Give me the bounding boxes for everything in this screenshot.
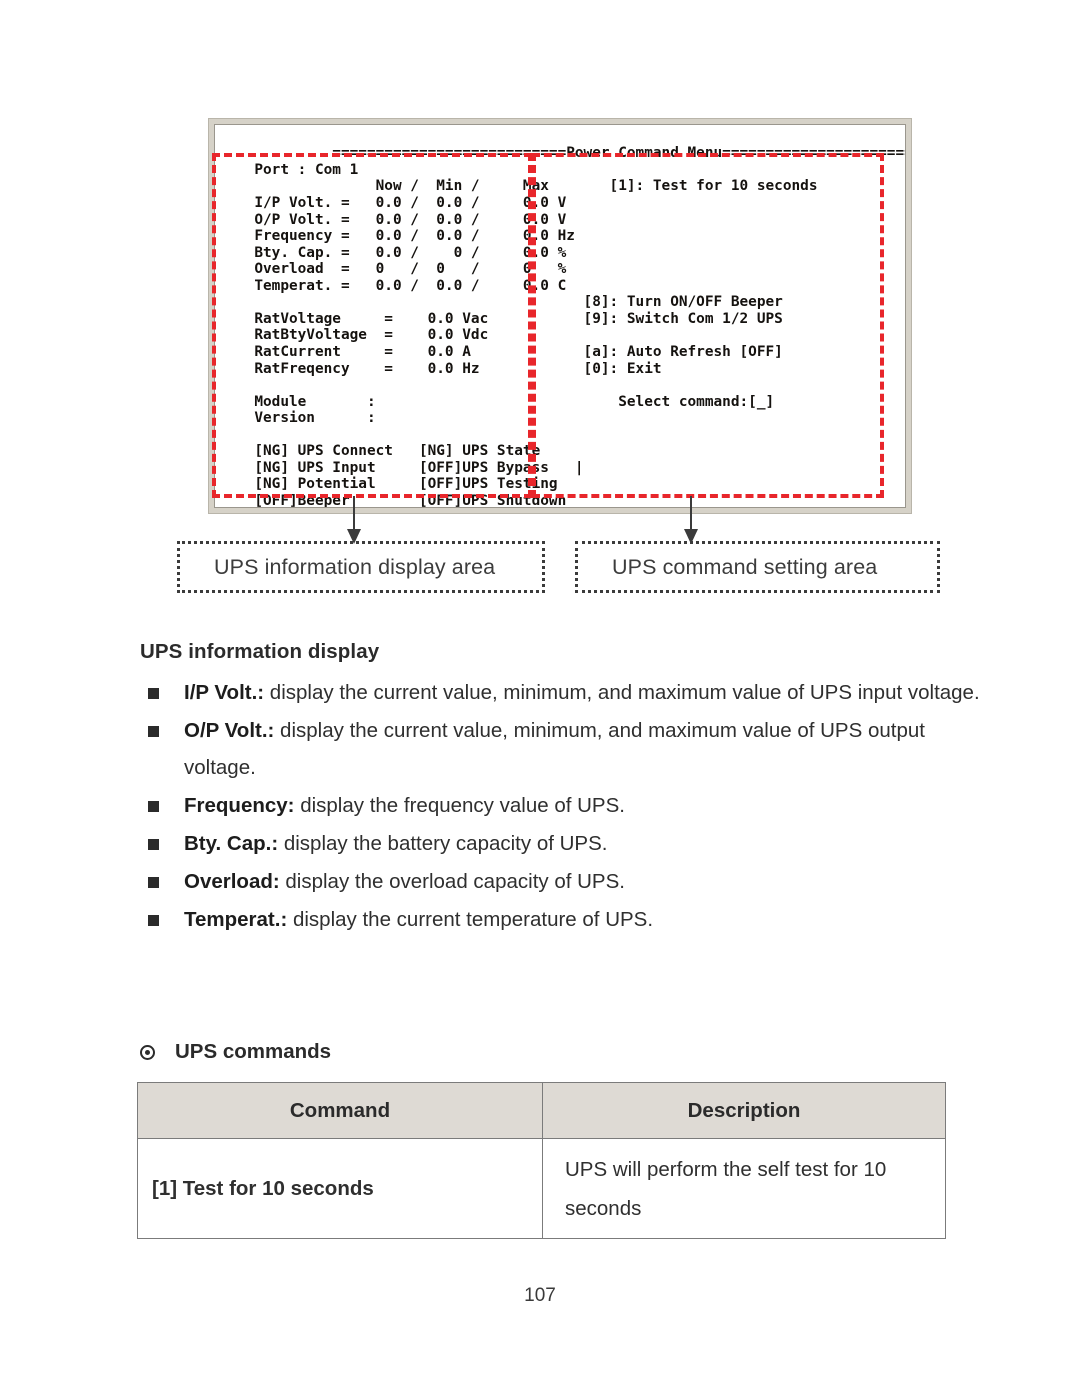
list-item: Frequency: display the frequency value o… — [140, 787, 980, 824]
terminal-console-text: ===========================Power Command… — [254, 145, 905, 508]
bullet-term: Temperat.: — [184, 908, 288, 931]
page-number: 107 — [524, 1285, 556, 1306]
square-bullet-icon — [148, 877, 159, 888]
section-heading-ups-commands: UPS commands — [175, 1040, 332, 1063]
bullet-term: Overload: — [184, 870, 280, 893]
terminal-window: ===========================Power Command… — [208, 118, 912, 514]
caption-command-setting-area-label: UPS command setting area — [612, 554, 878, 579]
cell-command: [1] Test for 10 seconds — [137, 1138, 543, 1239]
bullet-term: O/P Volt.: — [184, 719, 275, 742]
square-bullet-icon — [148, 801, 159, 812]
column-header-description: Description — [542, 1082, 946, 1139]
arrow-to-information-caption — [347, 496, 361, 544]
cell-description: UPS will perform the self test for 10 se… — [542, 1138, 946, 1239]
list-item: I/P Volt.: display the current value, mi… — [140, 674, 980, 711]
list-item: Bty. Cap.: display the battery capacity … — [140, 825, 980, 862]
square-bullet-icon — [148, 726, 159, 737]
bullet-text: display the overload capacity of UPS. — [279, 870, 625, 893]
ups-information-bullet-list: I/P Volt.: display the current value, mi… — [140, 674, 980, 938]
section-heading-ups-information-display: UPS information display — [140, 640, 380, 663]
column-header-command: Command — [137, 1082, 543, 1139]
circle-bullet-icon — [140, 1044, 155, 1060]
square-bullet-icon — [148, 839, 159, 850]
caption-information-display-area: UPS information display area — [177, 541, 545, 593]
section-heading-ups-commands-wrapper: UPS commands — [140, 1040, 331, 1064]
bullet-text: display the battery capacity of UPS. — [278, 832, 608, 855]
arrow-to-command-caption — [684, 496, 698, 544]
bullet-text: display the frequency value of UPS. — [294, 794, 625, 817]
square-bullet-icon — [148, 915, 159, 926]
bullet-term: Frequency: — [184, 794, 295, 817]
table-row: [1] Test for 10 seconds UPS will perform… — [137, 1138, 946, 1239]
caption-information-display-area-label: UPS information display area — [214, 554, 496, 579]
square-bullet-icon — [148, 688, 159, 699]
bullet-text: display the current value, minimum, and … — [184, 719, 925, 779]
table-header-row: Command Description — [137, 1082, 946, 1139]
bullet-text: display the current temperature of UPS. — [287, 908, 654, 931]
bullet-term: Bty. Cap.: — [184, 832, 279, 855]
ups-commands-table: Command Description [1] Test for 10 seco… — [137, 1082, 946, 1239]
ups-information-display-section: UPS information display I/P Volt.: displ… — [140, 640, 980, 939]
list-item: Overload: display the overload capacity … — [140, 863, 980, 900]
terminal-screen[interactable]: ===========================Power Command… — [214, 124, 906, 508]
list-item: Temperat.: display the current temperatu… — [140, 901, 980, 938]
list-item: O/P Volt.: display the current value, mi… — [140, 712, 980, 786]
bullet-term: I/P Volt.: — [184, 681, 265, 704]
bullet-text: display the current value, minimum, and … — [264, 681, 980, 704]
caption-command-setting-area: UPS command setting area — [575, 541, 940, 593]
